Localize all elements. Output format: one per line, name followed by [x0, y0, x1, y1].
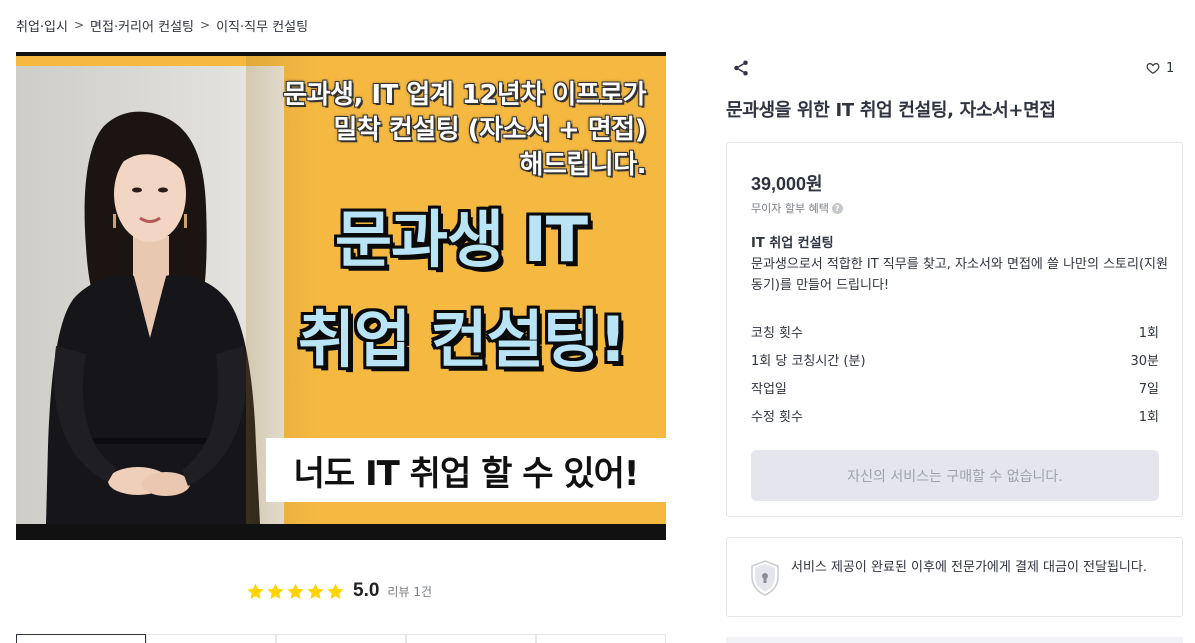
- package-description: 문과생으로서 적합한 IT 직무를 찾고, 자소서와 면접에 쓸 나만의 스토리…: [751, 257, 1168, 293]
- thumbnail-banner: 너도 IT 취업 할 수 있어!: [266, 438, 666, 502]
- star-icon: [267, 583, 284, 599]
- star-icon: [247, 583, 264, 599]
- package-name: IT 취업 컨설팅: [751, 236, 834, 251]
- breadcrumb-item-interview-career[interactable]: 면접·커리어 컨설팅: [90, 16, 194, 35]
- next-section-edge: [726, 637, 1183, 643]
- package-spec-list: 코칭 횟수 1회 1회 당 코칭시간 (분) 30분 작업일 7일 수정 횟수 …: [751, 317, 1159, 429]
- spec-label: 코칭 횟수: [751, 325, 803, 341]
- price-card: 39,000원 무이자 할부 혜택 ? IT 취업 컨설팅 문과생으로서 적합한…: [726, 142, 1183, 517]
- breadcrumb-item-job-change[interactable]: 이직·직무 컨설팅: [216, 16, 308, 35]
- spec-value: 30분: [1130, 353, 1159, 369]
- spec-label: 수정 횟수: [751, 409, 803, 425]
- spec-row: 1회 당 코칭시간 (분) 30분: [751, 345, 1159, 373]
- spec-value: 1회: [1138, 325, 1159, 341]
- spec-label: 1회 당 코칭시간 (분): [751, 353, 866, 369]
- spec-label: 작업일: [751, 381, 787, 397]
- breadcrumb-separator: >: [200, 18, 211, 32]
- tab-5[interactable]: [536, 634, 666, 643]
- thumbnail-intro-line1: 문과생, IT 업계 12년차 이프로가: [283, 80, 646, 110]
- thumbnail-intro-text: 문과생, IT 업계 12년차 이프로가 밀착 컨설팅 (자소서 + 면접) 해…: [176, 78, 646, 183]
- review-count[interactable]: 리뷰 1건: [387, 583, 432, 600]
- tab-3[interactable]: [276, 634, 406, 643]
- spec-value: 1회: [1138, 409, 1159, 425]
- installment-info[interactable]: 무이자 할부 혜택 ?: [751, 200, 843, 216]
- star-icon: [327, 583, 344, 599]
- rating-stars: [246, 582, 345, 601]
- thumbnail-canvas: 문과생, IT 업계 12년차 이프로가 밀착 컨설팅 (자소서 + 면접) 해…: [16, 56, 666, 524]
- rating-score: 5.0: [353, 580, 380, 601]
- installment-label: 무이자 할부 혜택: [751, 202, 829, 215]
- star-icon: [287, 583, 304, 599]
- breadcrumb: 취업·입시 > 면접·커리어 컨설팅 > 이직·직무 컨설팅: [16, 16, 308, 35]
- thumbnail-intro-line3: 해드립니다.: [519, 150, 647, 180]
- star-icon: [307, 583, 324, 599]
- spec-row: 작업일 7일: [751, 373, 1159, 401]
- tab-4[interactable]: [406, 634, 536, 643]
- heart-icon: [1146, 63, 1160, 74]
- breadcrumb-item-job-entrance[interactable]: 취업·입시: [16, 16, 68, 35]
- purchase-button-disabled[interactable]: 자신의 서비스는 구매할 수 없습니다.: [751, 450, 1159, 501]
- tab-1[interactable]: [16, 634, 146, 643]
- price: 39,000원: [751, 174, 823, 194]
- thumbnail-headline-line2: 취업 컨설팅!: [297, 303, 627, 376]
- like-button[interactable]: 1: [1146, 59, 1174, 77]
- thumbnail-headline-line1: 문과생 IT: [334, 203, 588, 276]
- like-count: 1: [1166, 60, 1175, 76]
- share-icon[interactable]: [732, 59, 750, 77]
- spec-value: 7일: [1138, 381, 1159, 397]
- detail-tabbar: [16, 634, 666, 643]
- payment-notice-card: 서비스 제공이 완료된 이후에 전문가에게 결제 대금이 전달됩니다.: [726, 537, 1183, 617]
- service-title: 문과생을 위한 IT 취업 컨설팅, 자소서+면접: [726, 100, 1056, 121]
- payment-notice-text: 서비스 제공이 완료된 이후에 전문가에게 결제 대금이 전달됩니다.: [791, 560, 1147, 575]
- spec-row: 수정 횟수 1회: [751, 401, 1159, 429]
- spec-row: 코칭 횟수 1회: [751, 317, 1159, 345]
- breadcrumb-separator: >: [73, 18, 85, 32]
- question-icon[interactable]: ?: [831, 202, 843, 214]
- tab-2[interactable]: [146, 634, 276, 643]
- service-thumbnail[interactable]: 문과생, IT 업계 12년차 이프로가 밀착 컨설팅 (자소서 + 면접) 해…: [16, 52, 666, 540]
- thumbnail-intro-line2: 밀착 컨설팅 (자소서 + 면접): [333, 115, 647, 145]
- shield-lock-icon: [751, 560, 779, 596]
- rating-summary[interactable]: 5.0 리뷰 1건: [246, 580, 432, 602]
